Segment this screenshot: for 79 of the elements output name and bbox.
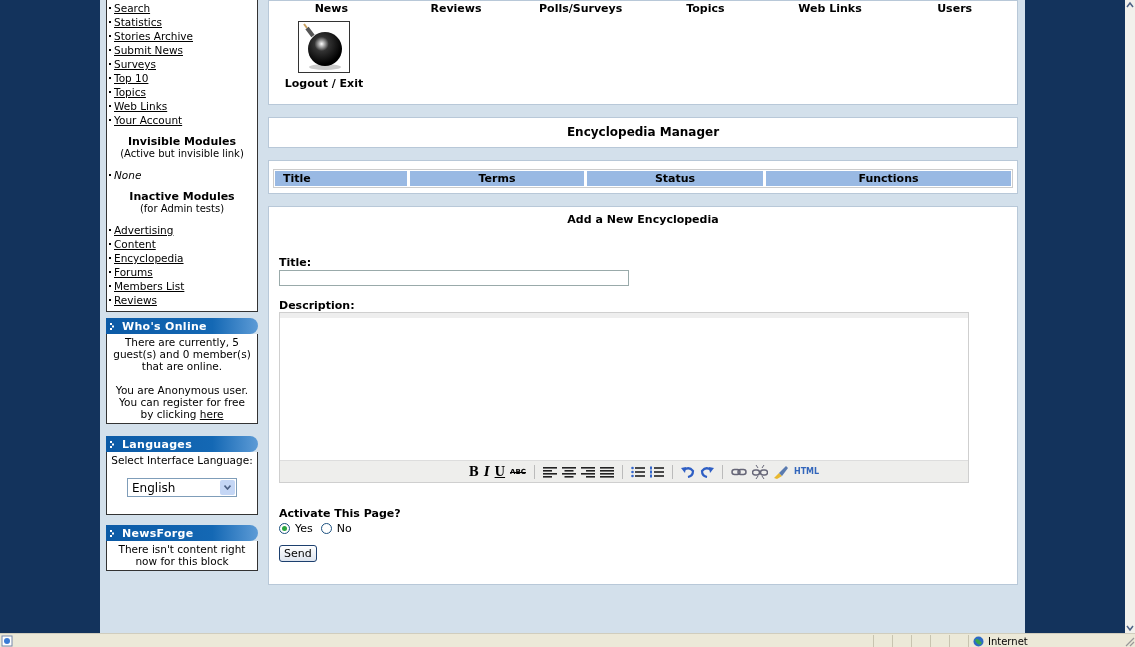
brush-icon[interactable] [772, 464, 789, 479]
module-link[interactable]: Surveys [114, 58, 156, 70]
section-note: (for Admin tests) [138, 203, 226, 214]
nav-link[interactable]: Reviews [393, 2, 519, 15]
align-right-icon[interactable] [580, 465, 595, 478]
nav-link[interactable]: Topics [643, 2, 768, 15]
nav-link[interactable]: Users [892, 2, 1017, 15]
nav-link[interactable]: News [269, 2, 394, 15]
module-link[interactable]: Topics [114, 86, 146, 98]
radio-label[interactable]: No [336, 522, 352, 535]
arrow-icon [110, 529, 116, 537]
arrow-icon [110, 322, 116, 330]
field-label: Title: [279, 256, 313, 269]
module-link[interactable]: Content [114, 238, 156, 250]
title-input[interactable] [279, 270, 629, 286]
numbered-list-icon[interactable] [649, 465, 664, 478]
register-link[interactable]: here [199, 408, 224, 420]
radio-label[interactable]: Yes [295, 522, 313, 535]
module-link[interactable]: Top 10 [114, 72, 149, 84]
column-header: Functions [766, 171, 1011, 186]
panel-title: Encyclopedia Manager [565, 124, 721, 141]
scroll-bar[interactable] [1125, 0, 1135, 633]
scroll-up-icon[interactable] [1125, 0, 1135, 10]
align-left-icon[interactable] [542, 465, 557, 478]
language-select[interactable]: English [127, 478, 237, 497]
bullet-list-icon[interactable] [630, 465, 645, 478]
underline-button[interactable]: U [494, 464, 506, 479]
module-link[interactable]: Search [114, 2, 151, 14]
field-label: Activate This Page? [279, 507, 402, 520]
radio-button[interactable] [279, 523, 290, 534]
form-title: Add a New Encyclopedia [566, 213, 720, 226]
block-title: Who's Online [122, 319, 207, 333]
nav-link[interactable]: Polls/Surveys [518, 2, 643, 15]
module-link[interactable]: Encyclopedia [114, 252, 184, 264]
online-text: You are Anonymous user. You can register for free by clicking here [114, 384, 250, 420]
radio-button[interactable] [320, 523, 332, 534]
globe-icon [973, 635, 984, 647]
nav-link[interactable]: Web Links [767, 2, 893, 15]
page-icon [0, 635, 14, 647]
italic-button[interactable]: I [483, 464, 490, 479]
undo-icon[interactable] [680, 465, 695, 478]
language-label: Select Interface Language: [111, 454, 253, 466]
block-text: There isn't content right now for this block [117, 543, 247, 567]
scroll-down-icon[interactable] [1125, 623, 1135, 633]
html-button[interactable]: HTML [793, 464, 820, 479]
module-text: None [114, 169, 142, 181]
justify-icon[interactable] [599, 465, 614, 478]
module-link[interactable]: Members List [114, 280, 185, 292]
caret-icon [224, 485, 231, 490]
module-link[interactable]: Reviews [114, 294, 157, 306]
online-text: There are currently, 5 guest(s) and 0 member(s) that are online. [112, 336, 252, 372]
column-header: Terms [410, 171, 584, 186]
column-header: Status [587, 171, 763, 186]
module-link[interactable]: Your Account [114, 114, 183, 126]
module-link[interactable]: Forums [114, 266, 153, 278]
field-label: Description: [279, 299, 356, 312]
bomb-icon[interactable] [298, 21, 350, 73]
section-title: Invisible Modules [126, 135, 238, 148]
block-title: NewsForge [122, 526, 194, 540]
bold-button[interactable]: B [468, 464, 479, 479]
column-header: Title [275, 171, 407, 186]
block-title: Languages [122, 437, 192, 451]
section-title: Inactive Modules [128, 190, 236, 203]
dropdown-button[interactable] [220, 480, 235, 495]
arrow-icon [110, 440, 116, 448]
module-link[interactable]: Advertising [114, 224, 174, 236]
module-link[interactable]: Stories Archive [114, 30, 193, 42]
logout-label[interactable]: Logout / Exit [284, 77, 364, 90]
redo-icon[interactable] [699, 465, 714, 478]
module-link[interactable]: Statistics [114, 16, 162, 28]
send-button[interactable]: Send [279, 545, 317, 562]
unlink-icon[interactable] [751, 464, 768, 479]
resize-grip-icon [1123, 635, 1135, 647]
module-link[interactable]: Web Links [114, 100, 168, 112]
zone-label: Internet [988, 635, 1028, 647]
module-link[interactable]: Submit News [114, 44, 183, 56]
section-note: (Active but invisible link) [119, 148, 245, 159]
align-center-icon[interactable] [561, 465, 576, 478]
link-icon[interactable] [730, 466, 747, 477]
